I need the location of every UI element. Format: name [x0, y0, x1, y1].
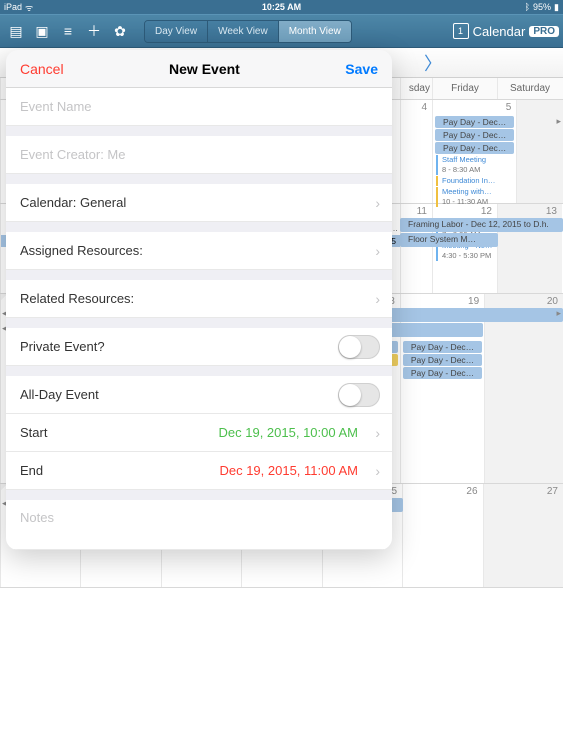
chevron-right-icon: ›: [375, 425, 380, 441]
chevron-right-icon: ›: [375, 463, 380, 479]
chevron-right-icon: ›: [375, 243, 380, 259]
assigned-resources[interactable]: Assigned Resources:›: [6, 232, 392, 270]
event-name-input[interactable]: Event Name: [6, 88, 392, 126]
switch-off-icon[interactable]: [338, 335, 380, 359]
week-view-button[interactable]: Week View: [208, 21, 279, 42]
chevron-right-icon[interactable]: ▸: [556, 116, 561, 127]
device-label: iPad: [4, 2, 22, 12]
save-button[interactable]: Save: [345, 61, 378, 77]
brand: 1 Calendar PRO: [453, 23, 559, 39]
floor-banner[interactable]: Floor System M…: [400, 233, 498, 247]
brand-pro: PRO: [529, 26, 559, 37]
private-event-toggle[interactable]: Private Event?: [6, 328, 392, 366]
calendar-select[interactable]: Calendar: General›: [6, 184, 392, 222]
day-view-button[interactable]: Day View: [145, 21, 208, 42]
end-value: Dec 19, 2015, 11:00 AM: [219, 463, 358, 478]
dh-thursday-partial: sday: [400, 78, 432, 99]
gear-icon[interactable]: ✿: [108, 19, 132, 43]
next-month-button[interactable]: 〉: [418, 50, 448, 76]
staff-meeting-event[interactable]: Staff Meeting8 - 8:30 AM: [436, 155, 513, 175]
dh-friday: Friday: [432, 78, 497, 99]
payday-event[interactable]: Pay Day - Dec…: [403, 367, 482, 379]
wifi-icon: ᯤ: [25, 1, 33, 14]
brand-text: Calendar: [473, 24, 526, 39]
switch-off-icon[interactable]: [338, 383, 380, 407]
start-row[interactable]: StartDec 19, 2015, 10:00 AM›: [6, 414, 392, 452]
add-icon[interactable]: ＋: [82, 19, 106, 43]
dh-saturday: Saturday: [497, 78, 562, 99]
allday-toggle[interactable]: All-Day Event: [6, 376, 392, 414]
month-view-button[interactable]: Month View: [279, 21, 351, 42]
modal-header: Cancel New Event Save: [6, 50, 392, 88]
main-toolbar: ▤ ▣ ≡ ＋ ✿ Day View Week View Month View …: [0, 14, 563, 48]
start-value: Dec 19, 2015, 10:00 AM: [219, 425, 358, 440]
chevron-right-icon: ›: [375, 291, 380, 307]
payday-event[interactable]: Pay Day - Dec…: [403, 354, 482, 366]
end-row[interactable]: EndDec 19, 2015, 11:00 AM›: [6, 452, 392, 490]
chevron-right-icon: ›: [375, 195, 380, 211]
battery-icon: ▮: [554, 2, 559, 13]
framing-banner[interactable]: Framing Labor - Dec 12, 2015 to D.h.: [400, 218, 563, 232]
payday-event[interactable]: Pay Day - Dec…: [435, 142, 514, 154]
modal-title: New Event: [169, 61, 240, 77]
foundation-event[interactable]: Foundation In…: [436, 176, 513, 186]
bluetooth-icon: ᛒ: [525, 2, 530, 12]
list-icon[interactable]: ≡: [56, 19, 80, 43]
today-icon[interactable]: ▣: [30, 19, 54, 43]
status-time: 10:25 AM: [262, 2, 301, 12]
payday-event[interactable]: Pay Day - Dec…: [435, 116, 514, 128]
view-segmented: Day View Week View Month View: [144, 20, 352, 43]
new-event-modal: Cancel New Event Save Event Name Event C…: [6, 50, 392, 550]
cancel-button[interactable]: Cancel: [20, 61, 64, 77]
battery-percent: 95%: [533, 2, 551, 12]
brand-logo-icon: 1: [453, 23, 469, 39]
contacts-icon[interactable]: ▤: [4, 19, 28, 43]
chevron-right-icon[interactable]: ▸: [556, 308, 561, 319]
notes-input[interactable]: Notes: [6, 500, 392, 550]
event-creator-input[interactable]: Event Creator: Me: [6, 136, 392, 174]
status-bar: iPad ᯤ 10:25 AM ᛒ 95% ▮: [0, 0, 563, 14]
payday-event[interactable]: Pay Day - Dec…: [403, 341, 482, 353]
payday-event[interactable]: Pay Day - Dec…: [435, 129, 514, 141]
related-resources[interactable]: Related Resources:›: [6, 280, 392, 318]
